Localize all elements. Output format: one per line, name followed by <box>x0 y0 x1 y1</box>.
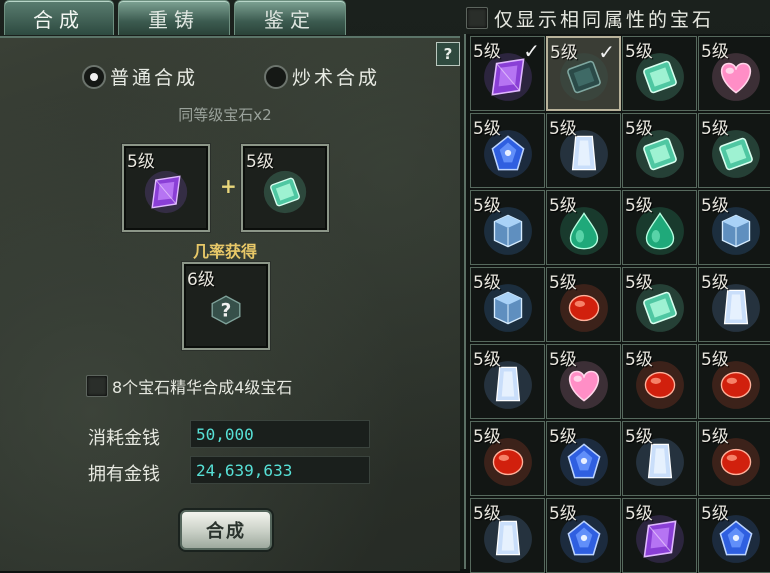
gem-inventory-grid: 5级 ✓ 5级 ✓ 5级 5级 5级 5级 5级 5级 5级 5级 5级 5级 5级 5级 5级 5级 5级 5级 5级… <box>464 34 770 573</box>
gem-level: 5级 <box>550 43 578 63</box>
gem-level: 5级 <box>549 119 577 139</box>
radio-selected-icon <box>82 64 106 89</box>
inventory-gem-slot[interactable]: 5级 ✓ <box>546 36 621 111</box>
slot-level: 5级 <box>127 152 155 172</box>
inventory-gem-slot[interactable]: 5级 <box>546 421 621 496</box>
inventory-gem-slot[interactable]: 5级 <box>470 421 545 496</box>
combine-button[interactable]: 合成 <box>180 510 272 550</box>
purple-crystal-icon <box>144 171 188 214</box>
tab-identify[interactable]: 鉴定 <box>234 0 346 35</box>
result-level: 6级 <box>187 270 215 290</box>
gem-level: 5级 <box>625 196 653 216</box>
gem-level: 5级 <box>473 273 501 293</box>
inventory-gem-slot[interactable]: 5级 <box>622 36 697 111</box>
inventory-gem-slot[interactable]: 5级 <box>546 190 621 265</box>
radio-unselected-icon <box>264 64 288 89</box>
input-slot-2[interactable]: 5级 <box>241 144 329 232</box>
gem-level: 5级 <box>701 504 729 524</box>
essence-checkbox[interactable] <box>86 375 108 397</box>
result-slot[interactable]: 6级 ? <box>182 262 270 350</box>
svg-text:?: ? <box>221 301 232 322</box>
mode-normal-label: 普通合成 <box>110 67 199 89</box>
gem-level: 5级 <box>625 350 653 370</box>
same-attribute-filter[interactable]: 仅显示相同属性的宝石 <box>466 4 714 32</box>
inventory-gem-slot[interactable]: 5级 <box>546 344 621 419</box>
inventory-gem-slot[interactable]: 5级 <box>698 344 770 419</box>
gem-level: 5级 <box>473 427 501 447</box>
cost-value: 50,000 <box>190 420 370 448</box>
cost-label: 消耗金钱 <box>88 428 160 449</box>
inventory-gem-slot[interactable]: 5级 <box>698 267 770 342</box>
gem-level: 5级 <box>625 273 653 293</box>
filter-checkbox[interactable] <box>466 7 488 29</box>
mode-skill-label: 炒术合成 <box>292 67 381 89</box>
inventory-gem-slot[interactable]: 5级 <box>470 498 545 573</box>
inventory-gem-slot[interactable]: 5级 <box>622 267 697 342</box>
inventory-gem-slot[interactable]: 5级 <box>470 190 545 265</box>
filter-label: 仅显示相同属性的宝石 <box>494 8 715 31</box>
gem-level: 5级 <box>625 427 653 447</box>
gem-level: 5级 <box>549 196 577 216</box>
slot-level: 5级 <box>246 152 274 172</box>
inventory-gem-slot[interactable]: 5级 <box>622 113 697 188</box>
inventory-gem-slot[interactable]: 5级 <box>622 498 697 573</box>
gem-level: 5级 <box>473 196 501 216</box>
inventory-gem-slot[interactable]: 5级 <box>546 113 621 188</box>
gem-synthesis-window: 合成 重铸 鉴定 仅显示相同属性的宝石 ? 普通合成 炒术合成 同等级宝石x2 … <box>0 0 770 573</box>
gem-level: 5级 <box>625 42 653 62</box>
tab-recast[interactable]: 重铸 <box>118 0 230 35</box>
unknown-gem-question-icon-icon: ? <box>211 295 241 325</box>
inventory-gem-slot[interactable]: 5级 <box>622 190 697 265</box>
gem-level: 5级 <box>473 504 501 524</box>
inventory-gem-slot[interactable]: 5级 ✓ <box>470 36 545 111</box>
checkmark-icon: ✓ <box>598 40 615 64</box>
inventory-gem-slot[interactable]: 5级 <box>698 498 770 573</box>
essence-label: 8个宝石精华合成4级宝石 <box>112 378 293 397</box>
mode-skill-radio[interactable]: 炒术合成 <box>264 63 380 90</box>
inventory-gem-slot[interactable]: 5级 <box>698 421 770 496</box>
green-emerald-icon <box>263 171 307 214</box>
tab-combine[interactable]: 合成 <box>4 0 114 35</box>
gem-level: 5级 <box>625 119 653 139</box>
requirement-text: 同等级宝石x2 <box>178 106 272 124</box>
gem-level: 5级 <box>549 504 577 524</box>
gem-level: 5级 <box>549 427 577 447</box>
inventory-gem-slot[interactable]: 5级 <box>698 113 770 188</box>
gem-level: 5级 <box>701 273 729 293</box>
inventory-gem-slot[interactable]: 5级 <box>698 190 770 265</box>
gem-level: 5级 <box>701 427 729 447</box>
gem-level: 5级 <box>473 350 501 370</box>
inventory-gem-slot[interactable]: 5级 <box>622 344 697 419</box>
gem-level: 5级 <box>473 119 501 139</box>
checkmark-icon: ✓ <box>523 39 540 63</box>
inventory-gem-slot[interactable]: 5级 <box>470 267 545 342</box>
essence-option[interactable]: 8个宝石精华合成4级宝石 <box>86 374 292 398</box>
owned-money-label: 拥有金钱 <box>88 464 160 485</box>
gem-level: 5级 <box>701 350 729 370</box>
mode-normal-radio[interactable]: 普通合成 <box>82 63 198 90</box>
plus-sign: + <box>220 174 237 198</box>
gem-level: 5级 <box>625 504 653 524</box>
gem-level: 5级 <box>701 119 729 139</box>
help-button[interactable]: ? <box>436 42 460 66</box>
gem-level: 5级 <box>701 196 729 216</box>
owned-money-value: 24,639,633 <box>190 456 370 484</box>
inventory-gem-slot[interactable]: 5级 <box>698 36 770 111</box>
gem-level: 5级 <box>549 273 577 293</box>
input-slot-1[interactable]: 5级 <box>122 144 210 232</box>
gem-level: 5级 <box>473 42 501 62</box>
gem-level: 5级 <box>701 42 729 62</box>
inventory-gem-slot[interactable]: 5级 <box>622 421 697 496</box>
inventory-gem-slot[interactable]: 5级 <box>470 344 545 419</box>
gem-level: 5级 <box>549 350 577 370</box>
inventory-gem-slot[interactable]: 5级 <box>546 267 621 342</box>
inventory-gem-slot[interactable]: 5级 <box>546 498 621 573</box>
inventory-gem-slot[interactable]: 5级 <box>470 113 545 188</box>
result-chance-label: 几率获得 <box>192 242 257 261</box>
